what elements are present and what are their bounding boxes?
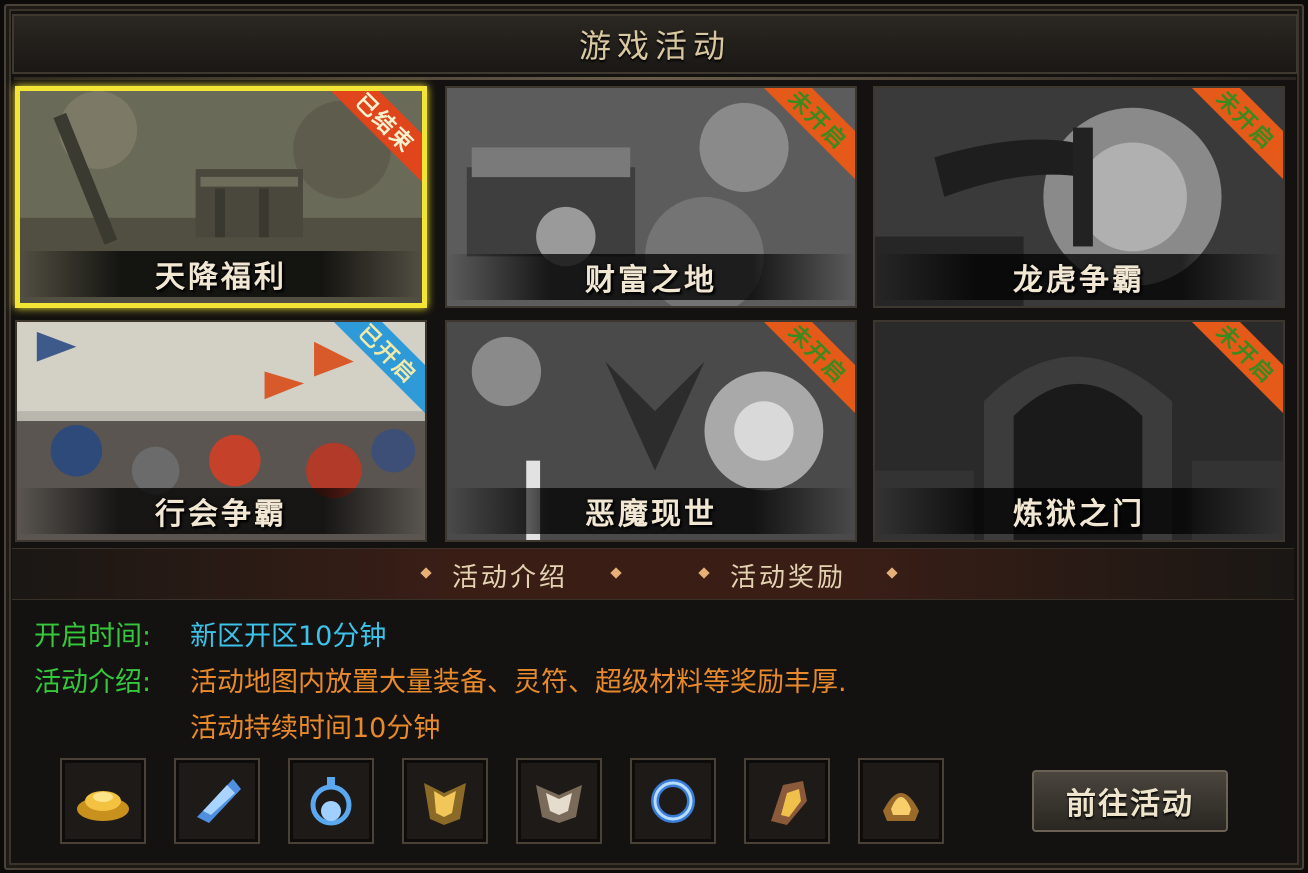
golden-helmet-icon	[883, 793, 919, 821]
description-line-1: 活动地图内放置大量装备、灵符、超级材料等奖励丰厚.	[190, 667, 847, 698]
reward-slot[interactable]	[630, 758, 716, 844]
activity-card-label: 炼狱之门	[1013, 497, 1145, 532]
silver-armor-icon	[536, 785, 582, 823]
sub-tab-bar: 活动介绍 活动奖励	[12, 548, 1294, 600]
page-title: 游戏活动	[578, 27, 731, 65]
activity-card-emo[interactable]: 未开启 恶魔现世	[445, 320, 857, 542]
activity-card-label: 行会争霸	[155, 497, 287, 532]
reward-slot[interactable]	[288, 758, 374, 844]
reward-slot[interactable]	[402, 758, 488, 844]
activity-card-hanghui[interactable]: 已开启 行会争霸	[15, 320, 427, 542]
description-label: 活动介绍:	[34, 667, 152, 698]
activity-card-label: 龙虎争霸	[1013, 263, 1145, 298]
tab-dot-icon	[886, 567, 898, 579]
open-time-value: 新区开区10分钟	[190, 621, 387, 652]
title-bar: 游戏活动	[12, 14, 1298, 80]
go-to-activity-button[interactable]: 前往活动	[1032, 770, 1228, 832]
reward-slot[interactable]	[744, 758, 830, 844]
activity-card-lianyu[interactable]: 未开启 炼狱之门	[873, 320, 1285, 542]
reward-slot[interactable]	[516, 758, 602, 844]
open-time-label: 开启时间:	[34, 621, 152, 652]
tab-dot-icon	[420, 567, 432, 579]
activity-card-tianjiang[interactable]: 已结束 天降福利	[15, 86, 427, 308]
gold-ingot-icon	[77, 791, 129, 821]
golden-armor-icon	[424, 783, 466, 825]
reward-slot[interactable]	[174, 758, 260, 844]
tab-dot-icon	[698, 567, 710, 579]
reward-slot[interactable]	[60, 758, 146, 844]
tab-activity-intro[interactable]: 活动介绍	[452, 557, 568, 594]
activity-info: 开启时间: 新区开区10分钟 活动介绍: 活动地图内放置大量装备、灵符、超级材料…	[34, 614, 847, 752]
activity-card-longhu[interactable]: 未开启 龙虎争霸	[873, 86, 1285, 308]
blue-ring-pendant-icon	[310, 777, 352, 826]
gold-gauntlet-icon	[771, 781, 807, 825]
activity-card-label: 天降福利	[155, 260, 287, 295]
reward-slot[interactable]	[858, 758, 944, 844]
tab-activity-rewards[interactable]: 活动奖励	[730, 557, 846, 594]
blue-crystal-icon	[197, 779, 241, 823]
tab-dot-icon	[610, 567, 622, 579]
activity-card-label: 恶魔现世	[585, 497, 717, 532]
blue-bracelet-icon	[651, 779, 695, 823]
activity-grid: 已结束 天降福利 未开启 财富之地 未开启 龙虎争霸 已开启 行会争霸 未开启 …	[15, 86, 1291, 546]
activity-card-caifu[interactable]: 未开启 财富之地	[445, 86, 857, 308]
description-line-2: 活动持续时间10分钟	[190, 713, 441, 744]
activity-card-label: 财富之地	[585, 263, 717, 298]
